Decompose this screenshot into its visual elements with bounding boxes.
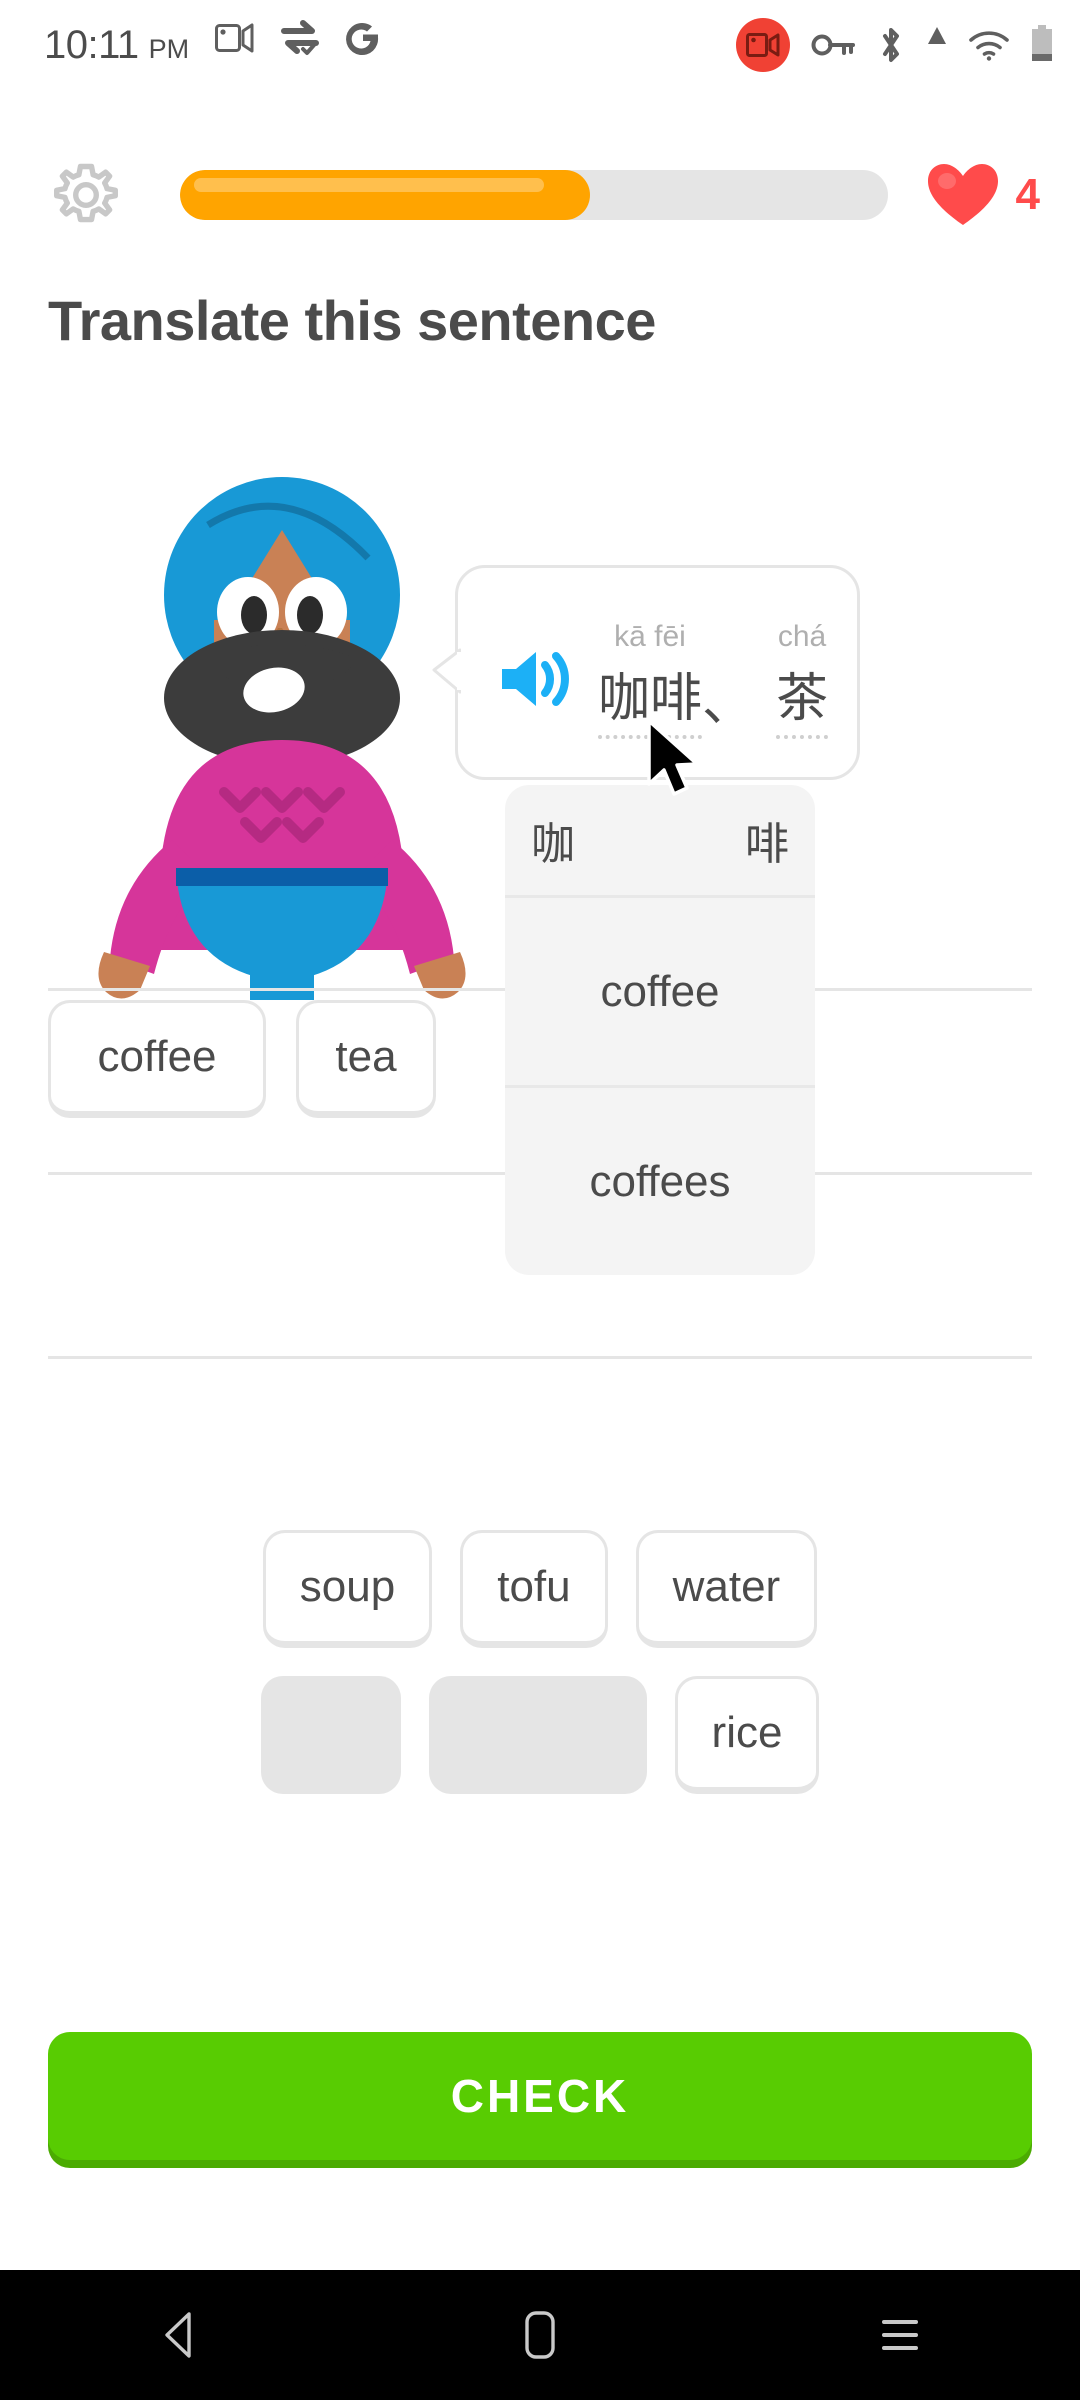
placed-tile-coffee[interactable]: coffee (48, 1000, 266, 1118)
word-bank-row-2: rice (260, 1676, 820, 1794)
battery-icon (1032, 25, 1052, 61)
pinyin-kafei: kā fēi (614, 620, 686, 653)
video-camera-icon (215, 23, 254, 53)
check-button-label: CHECK (450, 2070, 630, 2122)
word-group-cha[interactable]: chá 茶 (776, 620, 829, 739)
vpn-key-icon (811, 34, 855, 56)
screen-recording-icon (736, 18, 790, 72)
hanzi-cha[interactable]: 茶 (776, 656, 829, 739)
status-bar-left: 10:11 PM (44, 19, 381, 68)
back-icon (165, 2312, 191, 2358)
home-button[interactable] (480, 2270, 600, 2400)
hint-option-coffee[interactable]: coffee (505, 895, 815, 1085)
word-bank-tile-rice[interactable]: rice (674, 1676, 820, 1794)
google-g-icon (346, 23, 379, 56)
status-bar-right (736, 18, 1054, 72)
tile-label: tofu (497, 1562, 571, 1611)
app-screen: 10:11 PM 4 Translate this sentence kā fē… (0, 0, 1080, 2400)
word-bank-row-1: soup tofu water (262, 1530, 818, 1648)
heart-count: 4 (1015, 170, 1040, 219)
status-ampm: PM (148, 34, 190, 64)
tile-label: coffee (97, 1032, 217, 1081)
progress-fill (180, 170, 591, 220)
lesson-progress-bar (180, 170, 888, 220)
placed-tile-tea[interactable]: tea (296, 1000, 436, 1118)
bluetooth-icon (883, 28, 899, 62)
sentence-words: kā fēi 咖啡 、 chá 茶 (598, 620, 829, 739)
hint-option-coffees[interactable]: coffees (505, 1085, 815, 1275)
status-bar: 10:11 PM (0, 0, 1080, 90)
recents-icon (882, 2320, 918, 2350)
progress-gloss (194, 178, 545, 192)
lesson-header: 4 (0, 140, 1080, 250)
hint-option-label: coffee (600, 966, 720, 1016)
signal-triangle-icon (928, 27, 946, 44)
back-button[interactable] (120, 2270, 240, 2400)
recents-button[interactable] (840, 2270, 960, 2400)
wifi-icon (969, 31, 1009, 61)
hint-char-1: 咖 (531, 820, 575, 869)
hearts-indicator[interactable]: 4 (926, 161, 1040, 229)
speaker-volume-icon[interactable] (496, 647, 572, 716)
word-bank-empty-slot (428, 1676, 647, 1794)
status-left-icons (215, 19, 381, 57)
word-bank: soup tofu water rice (0, 1530, 1080, 1794)
settings-button[interactable] (40, 149, 132, 241)
hint-char-2: 啡 (745, 820, 789, 869)
sync-alt-icon (281, 20, 320, 55)
tile-label: tea (335, 1032, 397, 1081)
answer-line-3 (48, 1356, 1032, 1359)
tile-label: rice (711, 1708, 783, 1757)
home-icon (525, 2311, 555, 2359)
status-time: 10:11 (44, 23, 139, 67)
tile-label: soup (299, 1562, 396, 1611)
check-button[interactable]: CHECK (48, 2032, 1032, 2160)
hint-option-label: coffees (589, 1156, 731, 1206)
mouse-pointer-icon (647, 719, 699, 796)
status-time-group: 10:11 PM (44, 23, 189, 68)
hint-popup[interactable]: 咖 啡 coffee coffees (505, 785, 815, 1275)
gear-icon (54, 163, 118, 223)
word-bank-tile-soup[interactable]: soup (262, 1530, 433, 1648)
speech-bubble-tail (432, 648, 461, 694)
word-bank-tile-water[interactable]: water (635, 1530, 818, 1648)
vikram-character (88, 440, 508, 1000)
page-title: Translate this sentence (48, 289, 656, 352)
word-group-comma: 、 (702, 658, 754, 739)
tile-label: water (672, 1562, 781, 1611)
hanzi-comma: 、 (702, 674, 755, 732)
heart-icon (927, 164, 998, 225)
android-nav-bar (0, 2270, 1080, 2400)
pinyin-cha: chá (777, 620, 827, 653)
word-bank-empty-slot (260, 1676, 401, 1794)
character-illustration (98, 477, 466, 1000)
word-bank-tile-tofu[interactable]: tofu (460, 1530, 608, 1648)
